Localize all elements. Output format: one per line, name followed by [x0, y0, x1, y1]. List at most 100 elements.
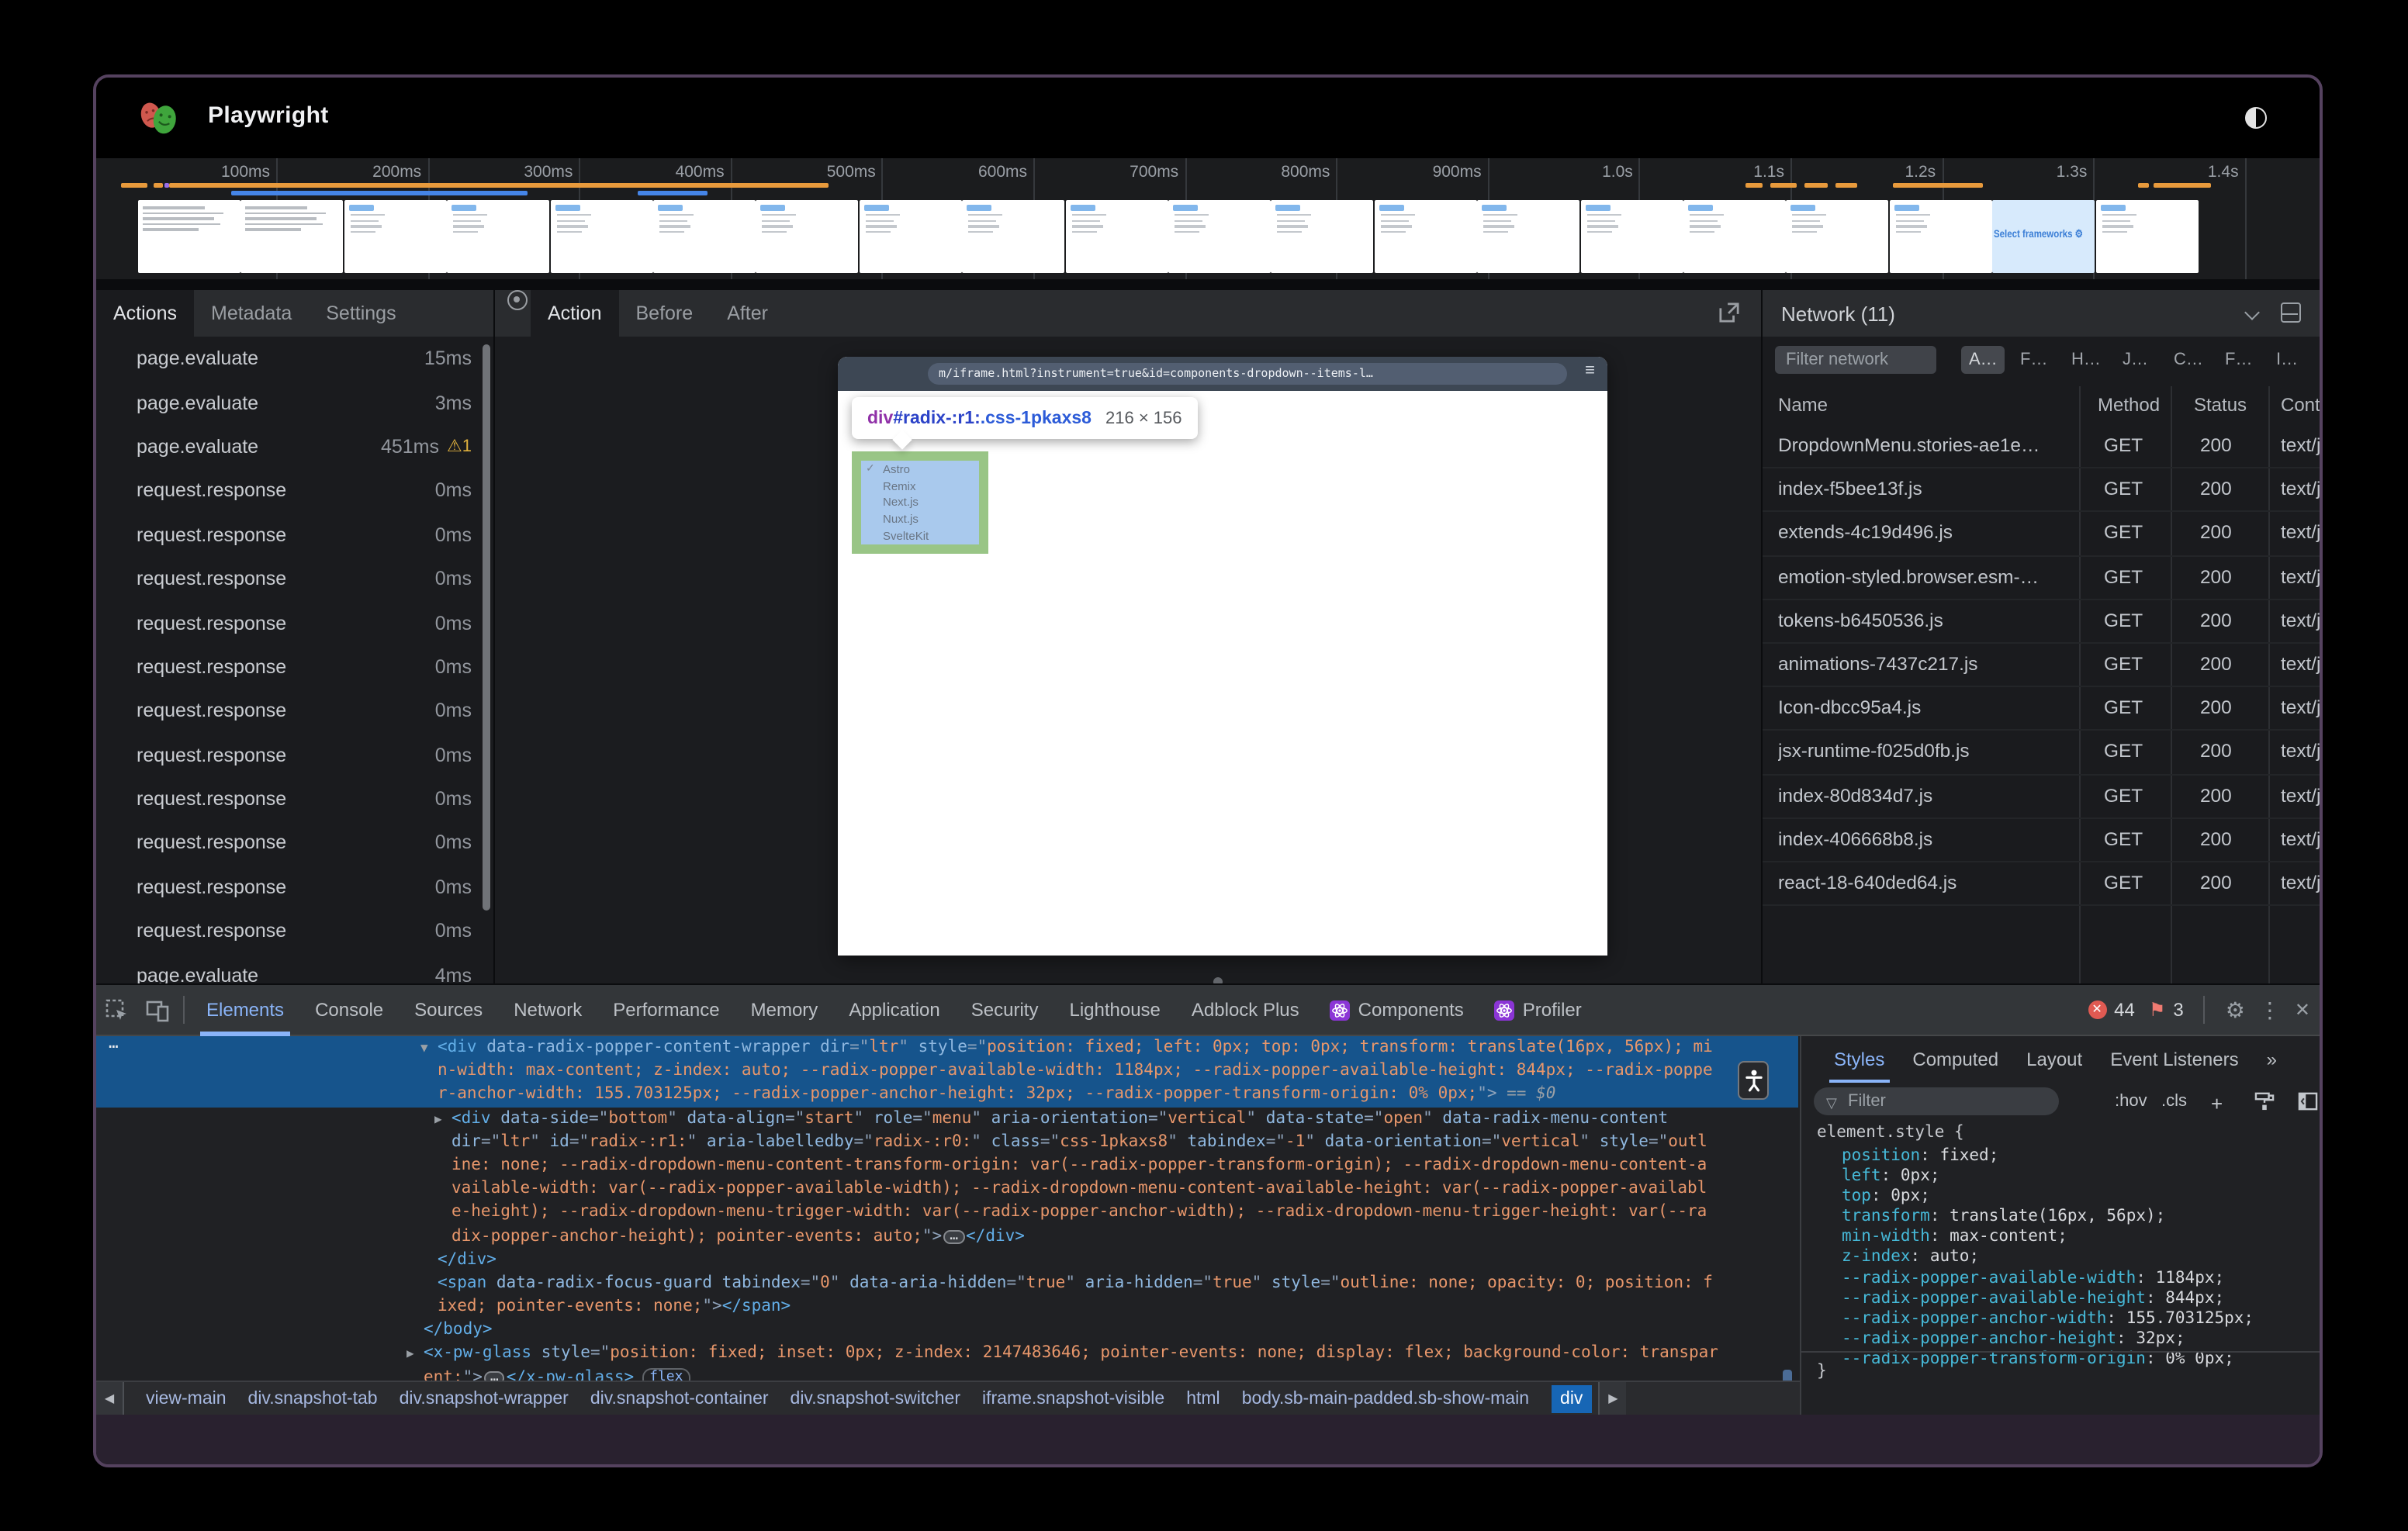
- css-property[interactable]: --radix-popper-available-width: 1184px;: [1801, 1268, 2323, 1288]
- filmstrip-thumbnail[interactable]: [653, 200, 756, 273]
- issue-count[interactable]: 3: [2173, 999, 2183, 1021]
- sidebar-toggle-icon[interactable]: [2298, 1092, 2318, 1111]
- table-row[interactable]: emotion-styled.browser.esm-…GET200text/j…: [1763, 556, 2323, 600]
- tab-sources[interactable]: Sources: [399, 984, 498, 1035]
- tab-console[interactable]: Console: [299, 984, 399, 1035]
- filmstrip-thumbnail[interactable]: [1580, 200, 1683, 273]
- list-item[interactable]: page.evaluate451ms⚠1: [96, 425, 493, 469]
- tab-settings[interactable]: Settings: [309, 290, 413, 337]
- filmstrip-thumbnail[interactable]: [1787, 200, 1889, 273]
- tab-elements[interactable]: Elements: [191, 984, 299, 1035]
- breadcrumb-item[interactable]: iframe.snapshot-visible: [982, 1389, 1164, 1408]
- dom-node-line[interactable]: vailable-width: var(--radix-popper-avail…: [96, 1177, 1798, 1201]
- filmstrip-thumbnail[interactable]: [1168, 200, 1271, 273]
- breadcrumb-item[interactable]: html: [1186, 1389, 1220, 1408]
- tab-memory[interactable]: Memory: [735, 984, 834, 1035]
- error-badge-icon[interactable]: ✕: [2088, 1001, 2106, 1019]
- dom-node-line[interactable]: ent;">…</x-pw-glass>flex: [96, 1366, 1798, 1381]
- list-item[interactable]: request.response0ms: [96, 733, 493, 777]
- filmstrip-thumbnail[interactable]: [447, 200, 549, 273]
- css-property[interactable]: top: 0px;: [1801, 1187, 2323, 1207]
- tab-before[interactable]: Before: [619, 290, 711, 337]
- theme-toggle-icon[interactable]: [2245, 107, 2267, 129]
- resource-type-filter[interactable]: A…: [1961, 346, 2005, 374]
- table-row[interactable]: extends-4c19d496.jsGET200text/ja: [1763, 513, 2323, 556]
- filmstrip-thumbnail[interactable]: [550, 200, 652, 273]
- styles-filter-input[interactable]: [1814, 1087, 2059, 1115]
- dom-node-line[interactable]: dir="ltr" id="radix-:r1:" aria-labelledb…: [96, 1131, 1798, 1154]
- expand-ellipsis-icon[interactable]: …: [484, 1370, 505, 1381]
- tab-after[interactable]: After: [710, 290, 785, 337]
- tab-event-listeners[interactable]: Event Listeners: [2099, 1036, 2249, 1083]
- carousel-dot[interactable]: [1213, 977, 1223, 983]
- dom-node-line[interactable]: ▶<div data-side="bottom" data-align="sta…: [96, 1107, 1798, 1130]
- more-tabs-icon[interactable]: »: [2256, 1036, 2288, 1083]
- close-icon[interactable]: ✕: [2295, 999, 2310, 1021]
- class-toggle[interactable]: .cls: [2161, 1092, 2187, 1111]
- list-item[interactable]: request.response0ms: [96, 557, 493, 601]
- filmstrip-thumbnail[interactable]: Select frameworks ⚙: [1992, 200, 2095, 273]
- css-property[interactable]: position: fixed;: [1801, 1146, 2323, 1166]
- device-toolbar-icon[interactable]: [137, 990, 177, 1030]
- tab-computed[interactable]: Computed: [1901, 1036, 2009, 1083]
- filmstrip-thumbnail[interactable]: [138, 200, 240, 273]
- column-name[interactable]: Name: [1778, 394, 1828, 416]
- dom-node-line[interactable]: ine: none; --radix-dropdown-menu-content…: [96, 1154, 1798, 1177]
- css-property[interactable]: --radix-popper-available-height: 844px;: [1801, 1288, 2323, 1308]
- error-count[interactable]: 44: [2114, 999, 2135, 1021]
- dom-node-line[interactable]: </body>: [96, 1319, 1798, 1343]
- list-item[interactable]: request.response0ms: [96, 601, 493, 645]
- timeline[interactable]: 100ms200ms300ms400ms500ms600ms700ms800ms…: [96, 158, 2320, 279]
- filmstrip-thumbnail[interactable]: [1271, 200, 1374, 273]
- tab-lighthouse[interactable]: Lighthouse: [1054, 984, 1175, 1035]
- actions-scrollbar[interactable]: [483, 344, 490, 911]
- breadcrumb-item[interactable]: view-main: [146, 1389, 227, 1408]
- breadcrumb-item[interactable]: div.snapshot-wrapper: [400, 1389, 569, 1408]
- breadcrumb-forward-icon[interactable]: ▶: [1598, 1381, 1626, 1415]
- resource-type-filter[interactable]: C…: [2166, 346, 2211, 374]
- breadcrumb-item[interactable]: div.snapshot-container: [590, 1389, 769, 1408]
- css-property[interactable]: z-index: auto;: [1801, 1248, 2323, 1268]
- issues-flag-icon[interactable]: ⚑: [2149, 999, 2166, 1021]
- filmstrip-thumbnail[interactable]: [241, 200, 344, 273]
- list-item[interactable]: request.response0ms: [96, 645, 493, 689]
- column-content[interactable]: Conte: [2281, 394, 2323, 416]
- hidden-ancestors-icon[interactable]: ⋯: [109, 1036, 120, 1059]
- tab-components[interactable]: Components: [1315, 984, 1479, 1035]
- css-property[interactable]: left: 0px;: [1801, 1166, 2323, 1187]
- dom-node-line[interactable]: <span data-radix-focus-guard tabindex="0…: [96, 1272, 1798, 1295]
- resource-type-filter[interactable]: I…: [2268, 346, 2306, 374]
- tab-network[interactable]: Network: [498, 984, 597, 1035]
- dom-node-line[interactable]: n-width: max-content; z-index: auto; --r…: [96, 1059, 1798, 1083]
- paint-flash-icon[interactable]: [2254, 1092, 2275, 1111]
- breadcrumb-item[interactable]: div.snapshot-tab: [248, 1389, 378, 1408]
- table-row[interactable]: DropdownMenu.stories-ae1e…GET200text/ja: [1763, 425, 2323, 468]
- resource-type-filter[interactable]: F…: [2217, 346, 2260, 374]
- new-rule-icon[interactable]: +: [2211, 1092, 2223, 1115]
- list-item[interactable]: request.response0ms: [96, 689, 493, 733]
- table-row[interactable]: index-406668b8.jsGET200text/ja: [1763, 818, 2323, 862]
- dom-node-line[interactable]: ▶<x-pw-glass style="position: fixed; ins…: [96, 1343, 1798, 1366]
- table-row[interactable]: tokens-b6450536.jsGET200text/ja: [1763, 600, 2323, 644]
- css-property[interactable]: --radix-popper-anchor-width: 155.703125p…: [1801, 1309, 2323, 1329]
- dom-node-line[interactable]: e-height); --radix-dropdown-menu-trigger…: [96, 1201, 1798, 1225]
- dom-node-line[interactable]: r-anchor-width: 155.703125px; --radix-po…: [96, 1083, 1798, 1107]
- tab-application[interactable]: Application: [833, 984, 955, 1035]
- pseudo-state-toggle[interactable]: :hov: [2115, 1092, 2147, 1111]
- expand-ellipsis-icon[interactable]: …: [943, 1229, 964, 1243]
- list-item[interactable]: page.evaluate4ms: [96, 953, 493, 983]
- table-row[interactable]: Icon-dbcc95a4.jsGET200text/ja: [1763, 687, 2323, 731]
- chevron-down-icon[interactable]: [2244, 305, 2260, 320]
- table-row[interactable]: jsx-runtime-f025d0fb.jsGET200text/ja: [1763, 731, 2323, 775]
- dom-node-line[interactable]: ixed; pointer-events: none;"></span>: [96, 1295, 1798, 1318]
- filmstrip-thumbnail[interactable]: [2095, 200, 2198, 273]
- network-filter-input[interactable]: [1775, 346, 1936, 374]
- tab-performance[interactable]: Performance: [597, 984, 735, 1035]
- table-row[interactable]: index-80d834d7.jsGET200text/ja: [1763, 775, 2323, 818]
- resource-type-filter[interactable]: F…: [2012, 346, 2055, 374]
- filmstrip-thumbnail[interactable]: [1065, 200, 1168, 273]
- table-row[interactable]: react-18-640ded64.jsGET200text/ja: [1763, 862, 2323, 906]
- table-row[interactable]: animations-7437c217.jsGET200text/ja: [1763, 644, 2323, 687]
- filmstrip-thumbnail[interactable]: [344, 200, 447, 273]
- tab-security[interactable]: Security: [956, 984, 1054, 1035]
